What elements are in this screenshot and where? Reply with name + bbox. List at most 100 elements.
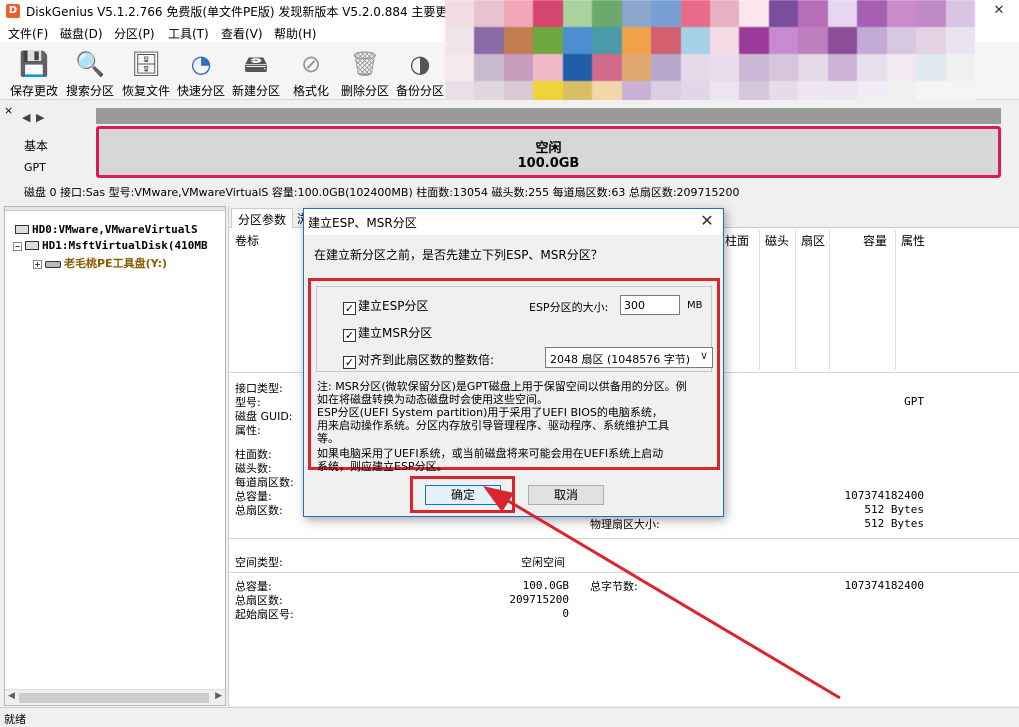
tool-label: 删除分区 (340, 84, 389, 98)
restore-files-button[interactable]: 🗄 恢复文件 (118, 46, 174, 98)
cancel-button[interactable]: 取消 (528, 485, 604, 505)
mosaic-cell (710, 0, 740, 27)
checkbox-checked-icon[interactable]: ✓ (343, 329, 356, 342)
quick-partition-button[interactable]: ◔ 快速分区 (173, 46, 229, 98)
menu-view[interactable]: 查看(V) (221, 25, 263, 42)
column-cylinder: 柱面 (725, 234, 750, 248)
mosaic-cell (680, 54, 710, 81)
bottom-total-capacity-value: 100.0GB (522, 579, 569, 592)
free-space-size: 100.0GB (517, 156, 580, 171)
tab-partition-params[interactable]: 分区参数 (231, 208, 294, 228)
esp-msr-dialog: 建立ESP、MSR分区 ✕ 在建立新分区之前，是否先建立下列ESP、MSR分区？… (303, 208, 724, 517)
esp-size-unit: MB (687, 300, 703, 311)
sector-size-value: 512 Bytes (864, 503, 924, 516)
options-group: ✓ 建立ESP分区 ✓ 建立MSR分区 ✓ 对齐到此扇区数的整数倍: ESP分区的大小… (316, 286, 713, 372)
scroll-left-icon[interactable]: ◀ (8, 691, 15, 701)
mosaic-cell (445, 54, 475, 81)
menu-disk[interactable]: 磁盘(D) (60, 25, 103, 42)
partition-scheme-value: GPT (904, 395, 924, 408)
disk-type-label: 基本 (24, 139, 49, 153)
tree-item-pe-drive[interactable]: + 老毛桃PE工具盘(Y:) (33, 255, 167, 271)
delete-partition-button[interactable]: 🗑 删除分区 (337, 46, 393, 98)
search-partition-button[interactable]: 🔍 搜索分区 (62, 46, 118, 98)
format-icon: ⊘ (300, 50, 322, 78)
next-disk-icon[interactable]: ▶ (36, 111, 44, 124)
esp-size-input[interactable] (620, 295, 680, 315)
create-msr-label: 建立MSR分区 (358, 326, 433, 340)
free-space-block[interactable]: 空闲 100.0GB (96, 126, 1001, 178)
tool-label: 保存更改 (9, 84, 58, 98)
usb-drive-icon (45, 261, 61, 268)
backup-partition-button[interactable]: ◑ 备份分区 (392, 46, 448, 98)
disk-overview-bar (96, 108, 1001, 124)
mosaic-cell (916, 0, 946, 27)
create-esp-label: 建立ESP分区 (358, 299, 429, 313)
total-bytes-label: 总字节数: (590, 580, 638, 593)
menu-file[interactable]: 文件(F) (8, 25, 48, 42)
new-partition-button[interactable]: 🖴 新建分区 (228, 46, 284, 98)
mosaic-cell (768, 27, 799, 54)
scrollbar-thumb[interactable] (19, 693, 209, 703)
tool-label: 格式化 (292, 84, 329, 98)
scroll-right-icon[interactable]: ▶ (215, 691, 222, 701)
hard-disk-icon (25, 241, 39, 250)
mosaic-cell (445, 27, 475, 54)
column-sector: 扇区 (801, 234, 826, 248)
previous-disk-icon[interactable]: ◀ (22, 111, 30, 124)
close-window-button[interactable]: ✕ (976, 0, 1019, 22)
chevron-down-icon[interactable]: ∨ (700, 349, 708, 362)
mosaic-cell (503, 27, 534, 54)
quick-partition-icon: ◔ (190, 50, 212, 78)
mosaic-cell (474, 27, 504, 54)
mosaic-cell (533, 27, 563, 54)
align-sectors-checkbox[interactable]: ✓ 对齐到此扇区数的整数倍: (343, 351, 494, 369)
mosaic-cell (739, 54, 769, 81)
create-msr-checkbox[interactable]: ✓ 建立MSR分区 (343, 324, 432, 342)
mosaic-cell (857, 27, 887, 54)
ok-button[interactable]: 确定 (425, 485, 501, 505)
checkbox-checked-icon[interactable]: ✓ (343, 356, 356, 369)
delete-icon: 🗑 (349, 50, 381, 78)
start-sector-value: 0 (562, 607, 569, 620)
dialog-title-bar: 建立ESP、MSR分区 ✕ (304, 209, 723, 235)
collapse-icon[interactable]: − (13, 242, 22, 251)
close-icon[interactable]: × (4, 104, 13, 117)
hard-disk-icon (15, 225, 29, 234)
checkbox-checked-icon[interactable]: ✓ (343, 302, 356, 315)
format-button[interactable]: ⊘ 格式化 (283, 46, 339, 98)
column-head: 磁头 (765, 234, 790, 248)
mosaic-cell (562, 0, 593, 27)
expand-icon[interactable]: + (33, 260, 42, 269)
menu-tools[interactable]: 工具(T) (168, 25, 209, 42)
save-changes-button[interactable]: 💾 保存更改 (6, 46, 62, 98)
menu-help[interactable]: 帮助(H) (274, 25, 316, 42)
mosaic-cell (827, 54, 858, 81)
total-sectors-label: 总扇区数: (235, 504, 283, 517)
column-divider (829, 230, 830, 370)
mosaic-cell (827, 27, 858, 54)
mosaic-cell (857, 0, 887, 27)
note-line: 等。 (317, 432, 339, 445)
start-sector-label: 起始扇区号: (235, 608, 294, 621)
column-divider (795, 230, 796, 370)
note-line: 用来启动操作系统。分区内存放引导管理程序、驱动程序、系统维护工具 (317, 419, 669, 432)
menu-partition[interactable]: 分区(P) (114, 25, 155, 42)
tool-label: 新建分区 (231, 84, 280, 98)
mosaic-cell (886, 0, 917, 27)
mosaic-cell (651, 0, 681, 27)
create-esp-checkbox[interactable]: ✓ 建立ESP分区 (343, 297, 428, 315)
note-line: 如在将磁盘转换为动态磁盘时会使用这些空间。 (317, 393, 548, 406)
disk-info-line: 磁盘 0 接口:Sas 型号:VMware,VMwareVirtualS 容量:… (24, 186, 740, 199)
align-sectors-value: 2048 扇区 (1048576 字节) (550, 353, 691, 366)
note-line: 系统，则应建立ESP分区。 (317, 460, 448, 473)
tree-item-hd1[interactable]: − HD1:MsftVirtualDisk(410MB (13, 239, 208, 252)
partition-scheme-label: GPT (24, 161, 46, 174)
backup-icon: ◑ (409, 50, 431, 78)
mosaic-cell (945, 27, 975, 54)
status-text: 就绪 (4, 713, 26, 726)
space-type-label: 空间类型: (235, 556, 283, 569)
tree-item-hd0[interactable]: HD0:VMware,VMwareVirtualS (15, 223, 198, 236)
dialog-close-button[interactable]: ✕ (697, 211, 717, 231)
horizontal-scrollbar[interactable]: ◀ ▶ (5, 689, 225, 705)
align-sectors-select[interactable]: 2048 扇区 (1048576 字节) ∨ (545, 347, 713, 368)
